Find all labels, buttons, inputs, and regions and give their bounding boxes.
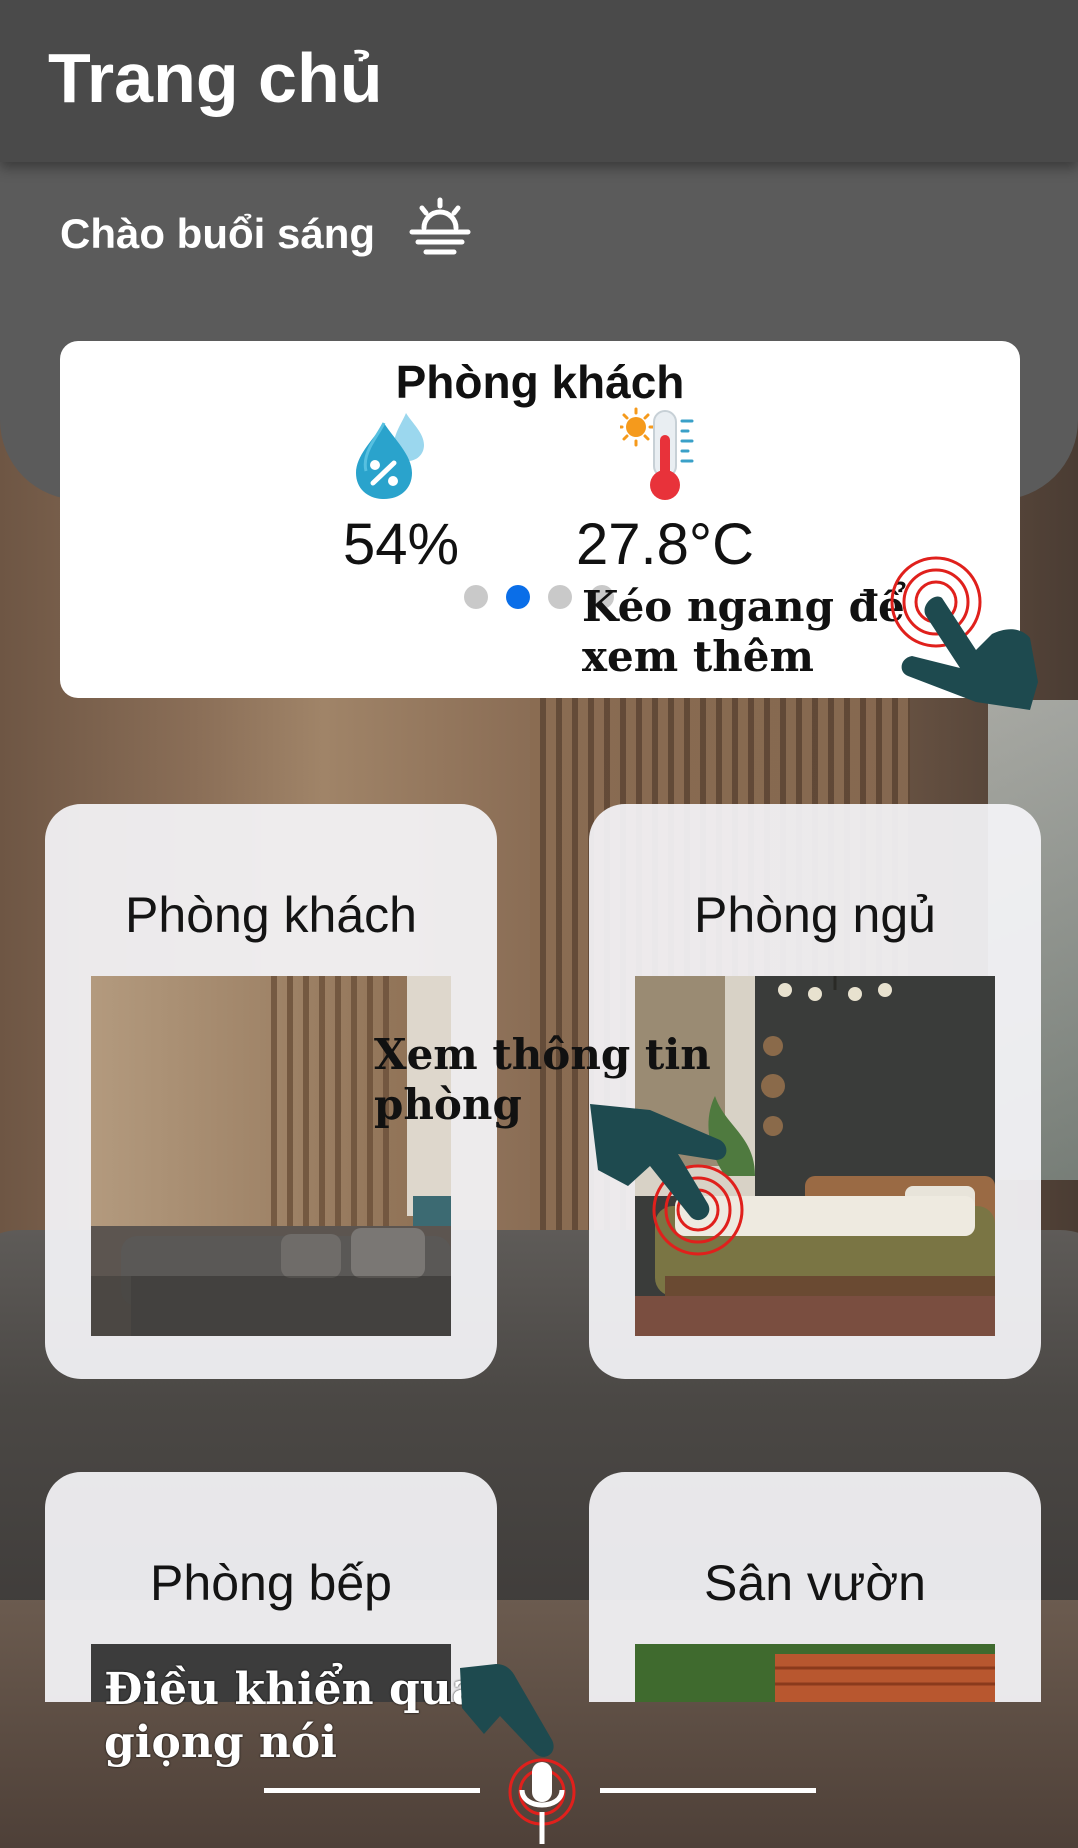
greeting-text: Chào buổi sáng (60, 210, 375, 257)
humidity-drop-icon (356, 413, 424, 499)
page-dot[interactable] (548, 585, 572, 609)
room-info-hint-line1: Xem thông tin (374, 1030, 711, 1079)
room-title: Phòng khách (125, 887, 417, 943)
page-dot-active[interactable] (506, 585, 530, 609)
temperature-value: 27.8°C (576, 512, 754, 577)
room-title: Phòng ngủ (694, 887, 936, 943)
room-info-pointer-icon (590, 1104, 744, 1256)
sunrise-icon (409, 197, 471, 255)
room-title: Sân vườn (704, 1555, 926, 1611)
bar-line-left (264, 1788, 480, 1793)
app-header: Trang chủ (0, 0, 1078, 162)
bar-line-right (600, 1788, 816, 1793)
voice-control-bar (0, 1702, 1078, 1848)
garden-photo (635, 1644, 995, 1702)
swipe-hint: Kéo ngang để xem thêm (582, 582, 905, 683)
room-card-garden[interactable]: Sân vườn (589, 1472, 1041, 1702)
microphone-icon[interactable] (500, 1754, 584, 1848)
page-dot[interactable] (464, 585, 488, 609)
swipe-hint-line1: Kéo ngang để (582, 582, 905, 631)
humidity-value: 54% (342, 512, 460, 577)
swipe-hint-line2: xem thêm (582, 632, 814, 682)
room-title: Phòng bếp (150, 1555, 392, 1611)
sensor-room-name: Phòng khách (395, 356, 685, 408)
thermometer-sun-icon (620, 407, 694, 500)
page-title: Trang chủ (48, 39, 383, 117)
swipe-pointer-icon (890, 556, 1038, 710)
